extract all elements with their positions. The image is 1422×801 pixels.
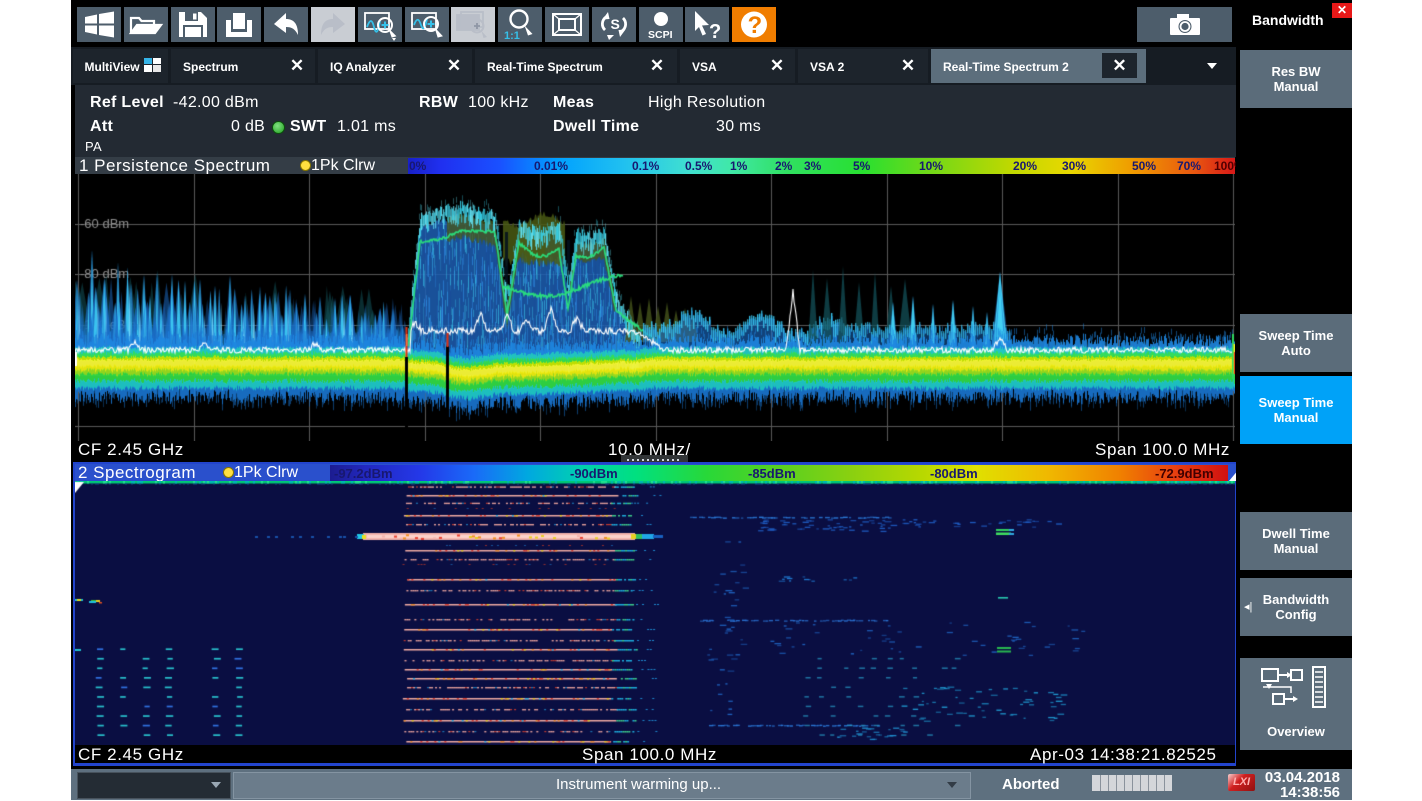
- svg-text:SCPI: SCPI: [648, 29, 673, 41]
- svg-text:S: S: [611, 16, 620, 32]
- svg-text:1:1: 1:1: [504, 30, 520, 42]
- svg-text:?: ?: [748, 12, 763, 39]
- svg-text:?: ?: [709, 21, 721, 42]
